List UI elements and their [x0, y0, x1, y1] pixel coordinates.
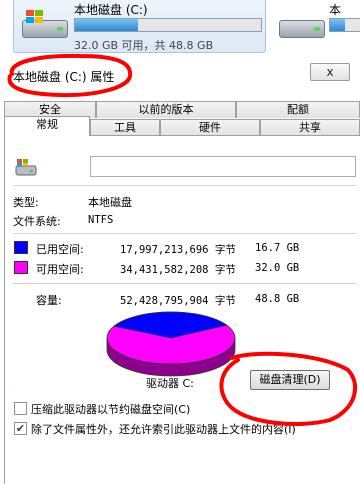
free-space-gb: 32.0 GB [255, 262, 300, 274]
capacity-label: 容量: [36, 294, 62, 307]
drive-next-usage-bar [329, 18, 360, 32]
drive-c-usage-bar [74, 18, 262, 32]
index-content-label: 除了文件属性外，还允许索引此驱动器上文件的内容(I) [31, 423, 296, 436]
file-system-label: 文件系统: [13, 215, 61, 228]
used-space-bytes: 17,997,213,696 字节 [120, 244, 236, 256]
index-content-checkbox[interactable]: ✔ [14, 422, 27, 435]
tab-hardware[interactable]: 硬件 [160, 119, 260, 136]
free-space-bytes: 34,431,582,208 字节 [120, 264, 236, 276]
drive-c-usage-text: 32.0 GB 可用，共 48.8 GB [74, 39, 214, 52]
compress-drive-checkbox[interactable] [14, 402, 27, 415]
free-space-label: 可用空间: [36, 263, 84, 276]
capacity-gb: 48.8 GB [255, 293, 300, 305]
drive-next-usage-fill [330, 19, 346, 31]
drive-c-usage-fill [75, 19, 139, 31]
free-space-swatch [14, 261, 28, 274]
used-space-swatch [14, 241, 28, 254]
spacer [13, 388, 14, 389]
used-space-gb: 16.7 GB [255, 242, 300, 254]
tab-sharing[interactable]: 共享 [260, 119, 360, 136]
drive-letter-label: 驱动器 C: [146, 377, 194, 390]
disk-cleanup-button[interactable]: 磁盘清理(D) [250, 370, 330, 390]
explorer-drive-strip: 本地磁盘 (C:) 32.0 GB 可用，共 48.8 GB 本 [0, 0, 360, 56]
disk-usage-pie [104, 308, 238, 378]
tab-quota[interactable]: 配额 [236, 101, 360, 118]
tab-tools[interactable]: 工具 [90, 119, 160, 136]
used-space-label: 已用空间: [36, 243, 84, 256]
tab-general[interactable]: 常规 [4, 116, 90, 136]
drive-next-name: 本 [329, 3, 342, 17]
windows-logo-icon [26, 10, 44, 24]
type-label: 类型: [13, 196, 39, 209]
divider [13, 185, 357, 186]
properties-dialog: 本地磁盘 (C:) 属性 x 安全 以前的版本 配额 工具 硬件 共享 常规 类… [0, 56, 360, 484]
close-button[interactable]: x [310, 63, 350, 81]
drive-next-tile[interactable]: 本 [275, 0, 360, 53]
drive-icon [15, 158, 37, 178]
drive-c-name: 本地磁盘 (C:) [74, 3, 148, 17]
tab-previous-versions[interactable]: 以前的版本 [96, 101, 236, 118]
divider [13, 233, 357, 234]
divider [13, 283, 357, 284]
volume-name-input[interactable] [90, 156, 356, 177]
compress-drive-label: 压缩此驱动器以节约磁盘空间(C) [31, 403, 191, 416]
capacity-bytes: 52,428,795,904 字节 [120, 295, 236, 307]
dialog-title: 本地磁盘 (C:) 属性 [13, 70, 115, 84]
type-value: 本地磁盘 [88, 196, 132, 209]
file-system-value: NTFS [88, 214, 114, 226]
drive-c-tile[interactable]: 本地磁盘 (C:) 32.0 GB 可用，共 48.8 GB [13, 0, 266, 53]
